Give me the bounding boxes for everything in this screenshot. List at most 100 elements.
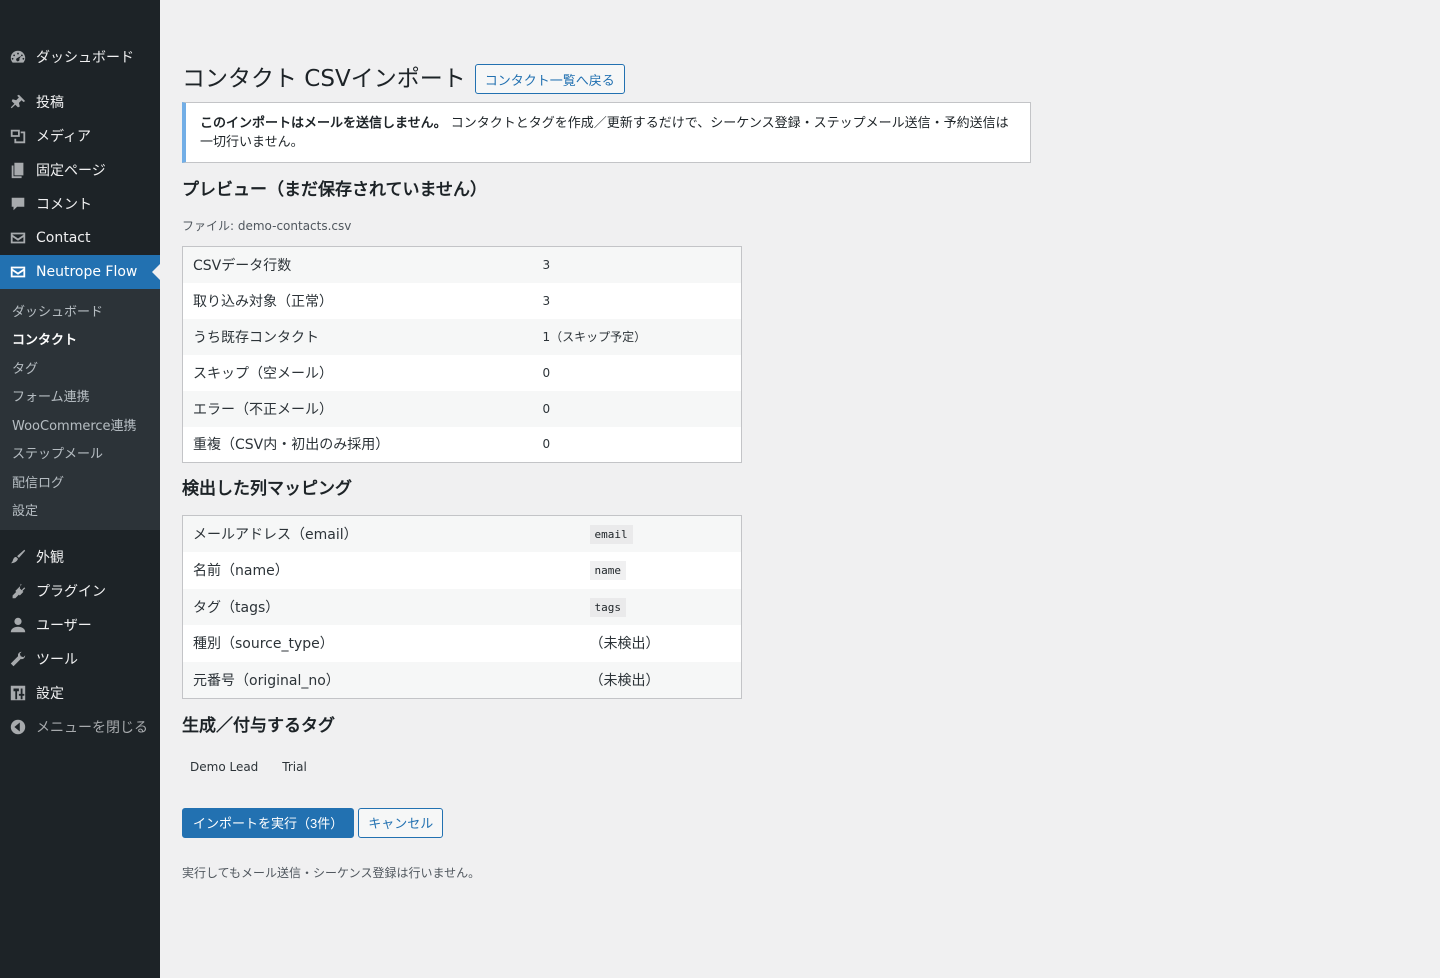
user-icon — [8, 615, 28, 635]
sidebar-item-label: メニューを閉じる — [36, 720, 148, 736]
column-code: tags — [589, 597, 626, 617]
admin-sidebar: ダッシュボード 投稿 メディア 固定ページ コメント Contact Neutr… — [0, 0, 160, 978]
row-label: 名前（name） — [193, 563, 289, 580]
tag-chip: Demo Lead — [190, 759, 259, 774]
table-row: 重複（CSV内・初出のみ採用） 0 — [183, 427, 742, 463]
row-value: 0 — [542, 365, 551, 380]
row-label: エラー（不正メール） — [182, 390, 533, 427]
sidebar-item-label: Contact — [36, 230, 91, 246]
row-label: タグ（tags） — [182, 588, 580, 625]
mail-icon — [8, 228, 28, 248]
submenu-item-form-integration[interactable]: フォーム連携 — [0, 382, 160, 411]
dashboard-icon — [8, 47, 28, 67]
media-icon — [8, 126, 28, 146]
sidebar-collapse-menu[interactable]: メニューを閉じる — [0, 710, 160, 744]
row-label: CSVデータ行数 — [182, 246, 533, 283]
preview-table: CSVデータ行数 3 取り込み対象（正常） 3 うち既存コンタクト 1（スキップ… — [182, 246, 742, 463]
page-title: コンタクト CSVインポート — [182, 66, 466, 92]
sidebar-item-comments[interactable]: コメント — [0, 187, 160, 221]
sidebar-item-appearance[interactable]: 外観 — [0, 540, 160, 574]
sidebar-item-label: 設定 — [36, 686, 64, 702]
table-row: 種別（source_type） （未検出） — [183, 625, 742, 662]
cancel-button[interactable]: キャンセル — [358, 807, 444, 838]
column-code: email — [589, 525, 633, 544]
table-row: 取り込み対象（正常） 3 — [183, 283, 742, 319]
info-notice: このインポートはメールを送信しません。 コンタクトとタグを作成／更新するだけで、… — [182, 102, 1031, 163]
row-value: 0 — [542, 437, 551, 452]
brush-icon — [8, 547, 28, 567]
title-row: コンタクト CSVインポート コンタクト一覧へ戻る — [182, 63, 1422, 95]
sidebar-item-plugins[interactable]: プラグイン — [0, 574, 160, 608]
sidebar-item-label: 外観 — [36, 550, 64, 566]
neutrope-flow-submenu: ダッシュボード コンタクト タグ フォーム連携 WooCommerce連携 ステ… — [0, 289, 160, 530]
row-label: 元番号（original_no） — [182, 661, 580, 698]
submenu-item-woocommerce[interactable]: WooCommerce連携 — [0, 410, 160, 439]
sidebar-item-label: プラグイン — [36, 584, 106, 600]
row-label: 重複（CSV内・初出のみ採用） — [193, 437, 390, 454]
pin-icon — [8, 92, 28, 112]
row-value: （未検出） — [589, 636, 660, 653]
action-buttons: インポートを実行（3件） キャンセル — [182, 807, 1422, 838]
sidebar-item-label: ダッシュボード — [36, 50, 134, 66]
mail-icon — [8, 262, 28, 282]
row-label: メールアドレス（email） — [182, 515, 580, 552]
sidebar-item-label: Neutrope Flow — [36, 264, 138, 280]
row-value: 3 — [532, 246, 742, 283]
column-code: name — [589, 561, 626, 581]
back-to-contacts-button[interactable]: コンタクト一覧へ戻る — [474, 64, 625, 94]
sidebar-item-dashboard[interactable]: ダッシュボード — [0, 40, 160, 74]
table-row: 名前（name） name — [183, 552, 742, 589]
sidebar-item-label: コメント — [36, 197, 92, 213]
table-row: タグ（tags） tags — [182, 588, 742, 625]
submenu-item-settings[interactable]: 設定 — [0, 496, 160, 525]
row-value: 1（スキップ予定） — [532, 318, 742, 355]
table-row: CSVデータ行数 3 — [182, 246, 742, 283]
submenu-item-contacts[interactable]: コンタクト — [0, 325, 160, 354]
comment-icon — [8, 194, 28, 214]
table-row: うち既存コンタクト 1（スキップ予定） — [182, 318, 742, 355]
sidebar-item-media[interactable]: メディア — [0, 119, 160, 153]
row-value: （未検出） — [579, 661, 742, 698]
sidebar-item-label: 投稿 — [36, 95, 64, 111]
mapping-heading: 検出した列マッピング — [182, 479, 352, 499]
submenu-item-dashboard[interactable]: ダッシュボード — [0, 296, 160, 325]
file-name: ファイル: demo-contacts.csv — [182, 219, 352, 233]
row-value: 0 — [532, 390, 742, 427]
sidebar-item-settings[interactable]: 設定 — [0, 676, 160, 710]
main-content: コンタクト CSVインポート コンタクト一覧へ戻る このインポートはメールを送信… — [182, 0, 1422, 881]
tag-chip: Trial — [282, 759, 307, 774]
sidebar-item-contact[interactable]: Contact — [0, 221, 160, 255]
sidebar-item-label: ユーザー — [36, 618, 92, 634]
row-label: 種別（source_type） — [193, 636, 334, 653]
tags-heading: 生成／付与するタグ — [182, 715, 335, 736]
table-row: 元番号（original_no） （未検出） — [182, 661, 742, 698]
wrench-icon — [8, 649, 28, 669]
sidebar-item-pages[interactable]: 固定ページ — [0, 153, 160, 187]
footnote: 実行してもメール送信・シーケンス登録は行いません。 — [182, 865, 481, 880]
tag-list: Demo Lead Trial — [182, 758, 1422, 776]
sidebar-item-label: メディア — [36, 129, 92, 145]
submenu-item-tags[interactable]: タグ — [0, 353, 160, 382]
collapse-icon — [8, 717, 28, 737]
mapping-table: メールアドレス（email） email 名前（name） name タグ（ta… — [182, 515, 742, 699]
sidebar-item-users[interactable]: ユーザー — [0, 608, 160, 642]
row-label: うち既存コンタクト — [182, 318, 533, 355]
sidebar-item-tools[interactable]: ツール — [0, 642, 160, 676]
sidebar-item-label: ツール — [36, 652, 78, 668]
row-label: スキップ（空メール） — [193, 365, 333, 382]
sidebar-item-posts[interactable]: 投稿 — [0, 85, 160, 119]
notice-strong: このインポートはメールを送信しません。 — [200, 116, 447, 131]
submenu-item-step-mail[interactable]: ステップメール — [0, 439, 160, 468]
table-row: メールアドレス（email） email — [182, 515, 742, 552]
sidebar-item-neutrope-flow[interactable]: Neutrope Flow — [0, 255, 160, 289]
table-row: スキップ（空メール） 0 — [183, 355, 742, 391]
settings-icon — [8, 683, 28, 703]
run-import-button[interactable]: インポートを実行（3件） — [182, 807, 355, 838]
table-row: エラー（不正メール） 0 — [182, 390, 742, 427]
row-value: 3 — [542, 293, 551, 308]
submenu-item-delivery-log[interactable]: 配信ログ — [0, 467, 160, 496]
pages-icon — [8, 160, 28, 180]
preview-heading: プレビュー（まだ保存されていません） — [182, 180, 487, 200]
row-label: 取り込み対象（正常） — [193, 293, 333, 310]
sidebar-item-label: 固定ページ — [36, 163, 106, 179]
